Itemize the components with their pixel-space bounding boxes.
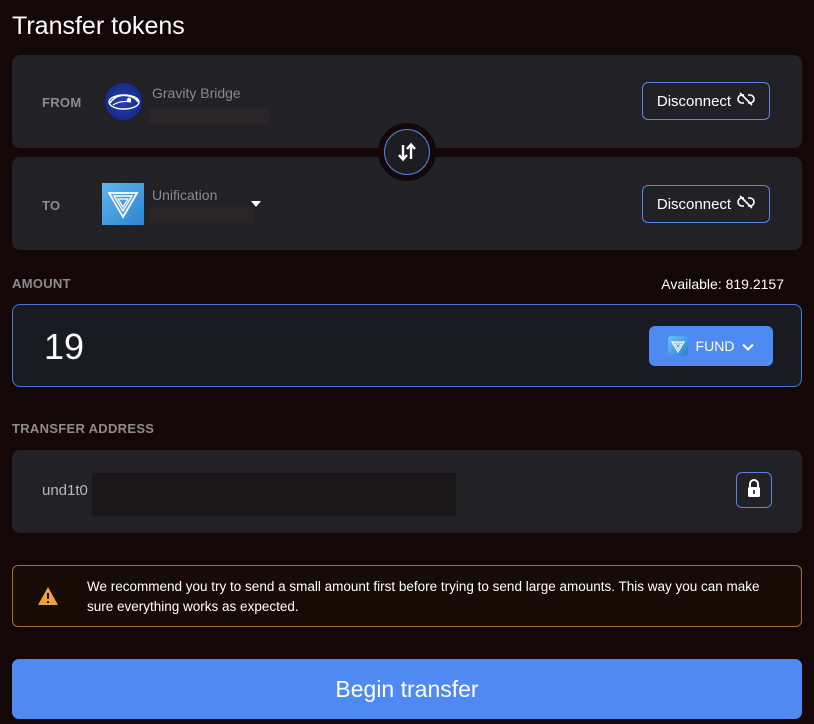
from-chain-name: Gravity Bridge <box>152 85 241 101</box>
chevron-down-icon <box>742 338 755 354</box>
lock-address-button[interactable] <box>736 472 772 508</box>
swap-direction-button[interactable] <box>378 123 436 181</box>
amount-field: FUND <box>12 304 802 387</box>
to-chain-name: Unification <box>152 187 218 203</box>
caret-down-icon[interactable] <box>251 201 261 207</box>
unlink-icon <box>737 92 755 110</box>
to-disconnect-button[interactable]: Disconnect <box>642 185 770 223</box>
warning-text: We recommend you try to send a small amo… <box>87 579 760 614</box>
lock-icon <box>746 478 762 503</box>
available-balance: Available: 819.2157 <box>661 276 784 292</box>
disconnect-label: Disconnect <box>656 92 732 110</box>
begin-transfer-button[interactable]: Begin transfer <box>12 659 802 719</box>
transfer-address-value: und1t0 <box>42 482 88 499</box>
swap-vertical-icon <box>384 129 430 175</box>
warning-alert: We recommend you try to send a small amo… <box>12 565 802 627</box>
token-select-button[interactable]: FUND <box>649 326 773 366</box>
from-label: FROM <box>42 95 82 110</box>
unlink-icon <box>737 195 755 213</box>
amount-label: AMOUNT <box>12 276 71 291</box>
token-label: FUND <box>695 338 735 354</box>
transfer-page: Transfer tokens FROM Gravity Bridge Disc… <box>0 0 814 724</box>
transfer-address-label: TRANSFER ADDRESS <box>12 421 155 436</box>
amount-input[interactable] <box>42 325 346 369</box>
to-address-redacted <box>149 207 253 223</box>
transfer-address-redacted <box>92 473 456 516</box>
fund-token-icon <box>667 336 688 356</box>
gravity-bridge-logo <box>105 83 142 120</box>
disconnect-label: Disconnect <box>656 195 732 213</box>
transfer-address-field[interactable]: und1t0 <box>12 450 802 533</box>
to-label: TO <box>42 198 61 213</box>
page-title: Transfer tokens <box>12 12 185 40</box>
from-address-redacted <box>149 108 269 124</box>
unification-logo <box>102 183 144 225</box>
warning-icon <box>37 586 59 611</box>
from-disconnect-button[interactable]: Disconnect <box>642 82 770 120</box>
